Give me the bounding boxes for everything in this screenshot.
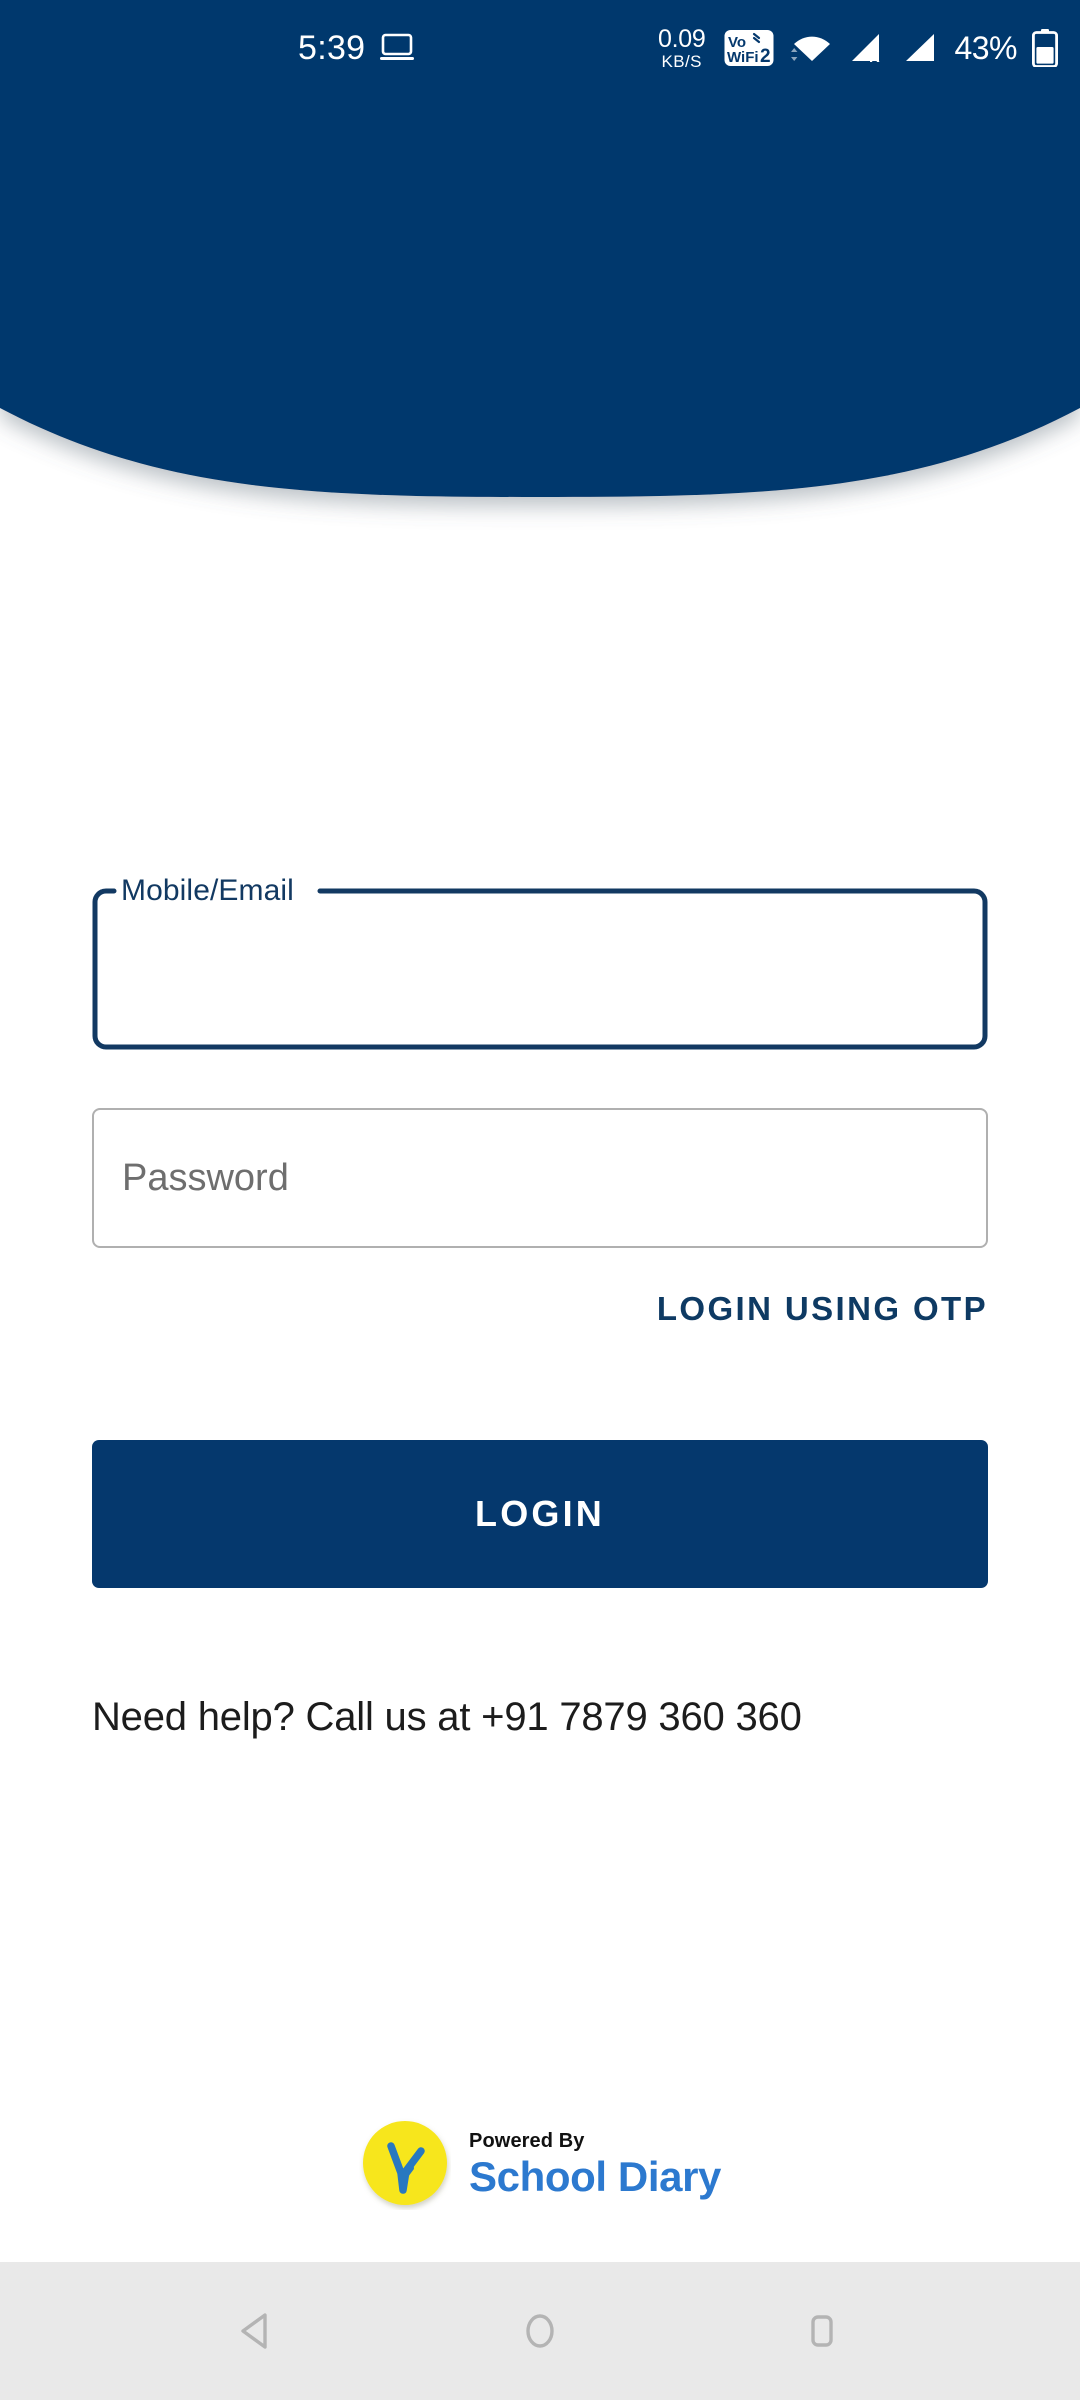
svg-text:2: 2: [760, 46, 771, 67]
nav-home-button[interactable]: [435, 2262, 645, 2400]
vowifi-icon: Vo WiFi 2: [722, 26, 776, 70]
signal-icon: [906, 34, 935, 61]
mobile-email-input[interactable]: [122, 916, 952, 1026]
laptop-icon: [380, 33, 415, 60]
nav-back-button[interactable]: [153, 2262, 363, 2400]
school-diary-logo-icon: [363, 2121, 448, 2205]
signal-roaming-icon: R: [852, 34, 880, 65]
nav-gap-1: [363, 2331, 435, 2332]
mobile-email-label: Mobile/Email: [121, 874, 294, 907]
password-field-wrapper[interactable]: [92, 1108, 988, 1248]
powered-by-label: Powered By: [469, 2129, 585, 2152]
network-speed-indicator: 0.09 KB/S: [657, 24, 706, 71]
home-circle-icon: [526, 2314, 554, 2348]
password-input[interactable]: [122, 1110, 962, 1246]
status-bar-right: 0.09 KB/S Vo WiFi 2 R 43%: [658, 26, 1058, 70]
recents-square-icon: [811, 2315, 833, 2347]
nav-recents-button[interactable]: [717, 2262, 927, 2400]
logo-text-block: Powered By School Diary: [469, 2131, 721, 2198]
status-bar-left: 5:39: [298, 31, 415, 65]
wifi-icon: [791, 36, 831, 61]
login-button[interactable]: LOGIN: [92, 1440, 988, 1588]
status-bar: 5:39 0.09 KB/S Vo WiFi 2 R 43%: [0, 0, 1080, 96]
back-triangle-icon: [241, 2313, 267, 2349]
help-text: Need help? Call us at +91 7879 360 360: [92, 1695, 802, 1739]
svg-text:R: R: [869, 49, 880, 65]
network-speed-unit: KB/S: [661, 51, 702, 71]
brand-name: School Diary: [469, 2152, 721, 2200]
battery-percent: 43%: [954, 29, 1017, 66]
android-nav-bar: [0, 2262, 1080, 2400]
nav-gap-2: [645, 2331, 717, 2332]
login-screen: 5:39 0.09 KB/S Vo WiFi 2 R 43% Mobile/Em…: [0, 0, 1080, 2400]
network-speed-value: 0.09: [657, 24, 706, 53]
battery-icon: [1032, 29, 1058, 67]
powered-by-footer: Powered By School Diary: [0, 2118, 1080, 2210]
login-using-otp-link[interactable]: LOGIN USING OTP: [657, 1290, 988, 1328]
mobile-email-field-wrapper[interactable]: Mobile/Email: [92, 876, 988, 1050]
status-clock: 5:39: [298, 29, 366, 67]
login-form: Mobile/Email LOGIN USING OTP LOGIN Need …: [0, 0, 1080, 2400]
svg-text:WiFi: WiFi: [727, 49, 759, 66]
